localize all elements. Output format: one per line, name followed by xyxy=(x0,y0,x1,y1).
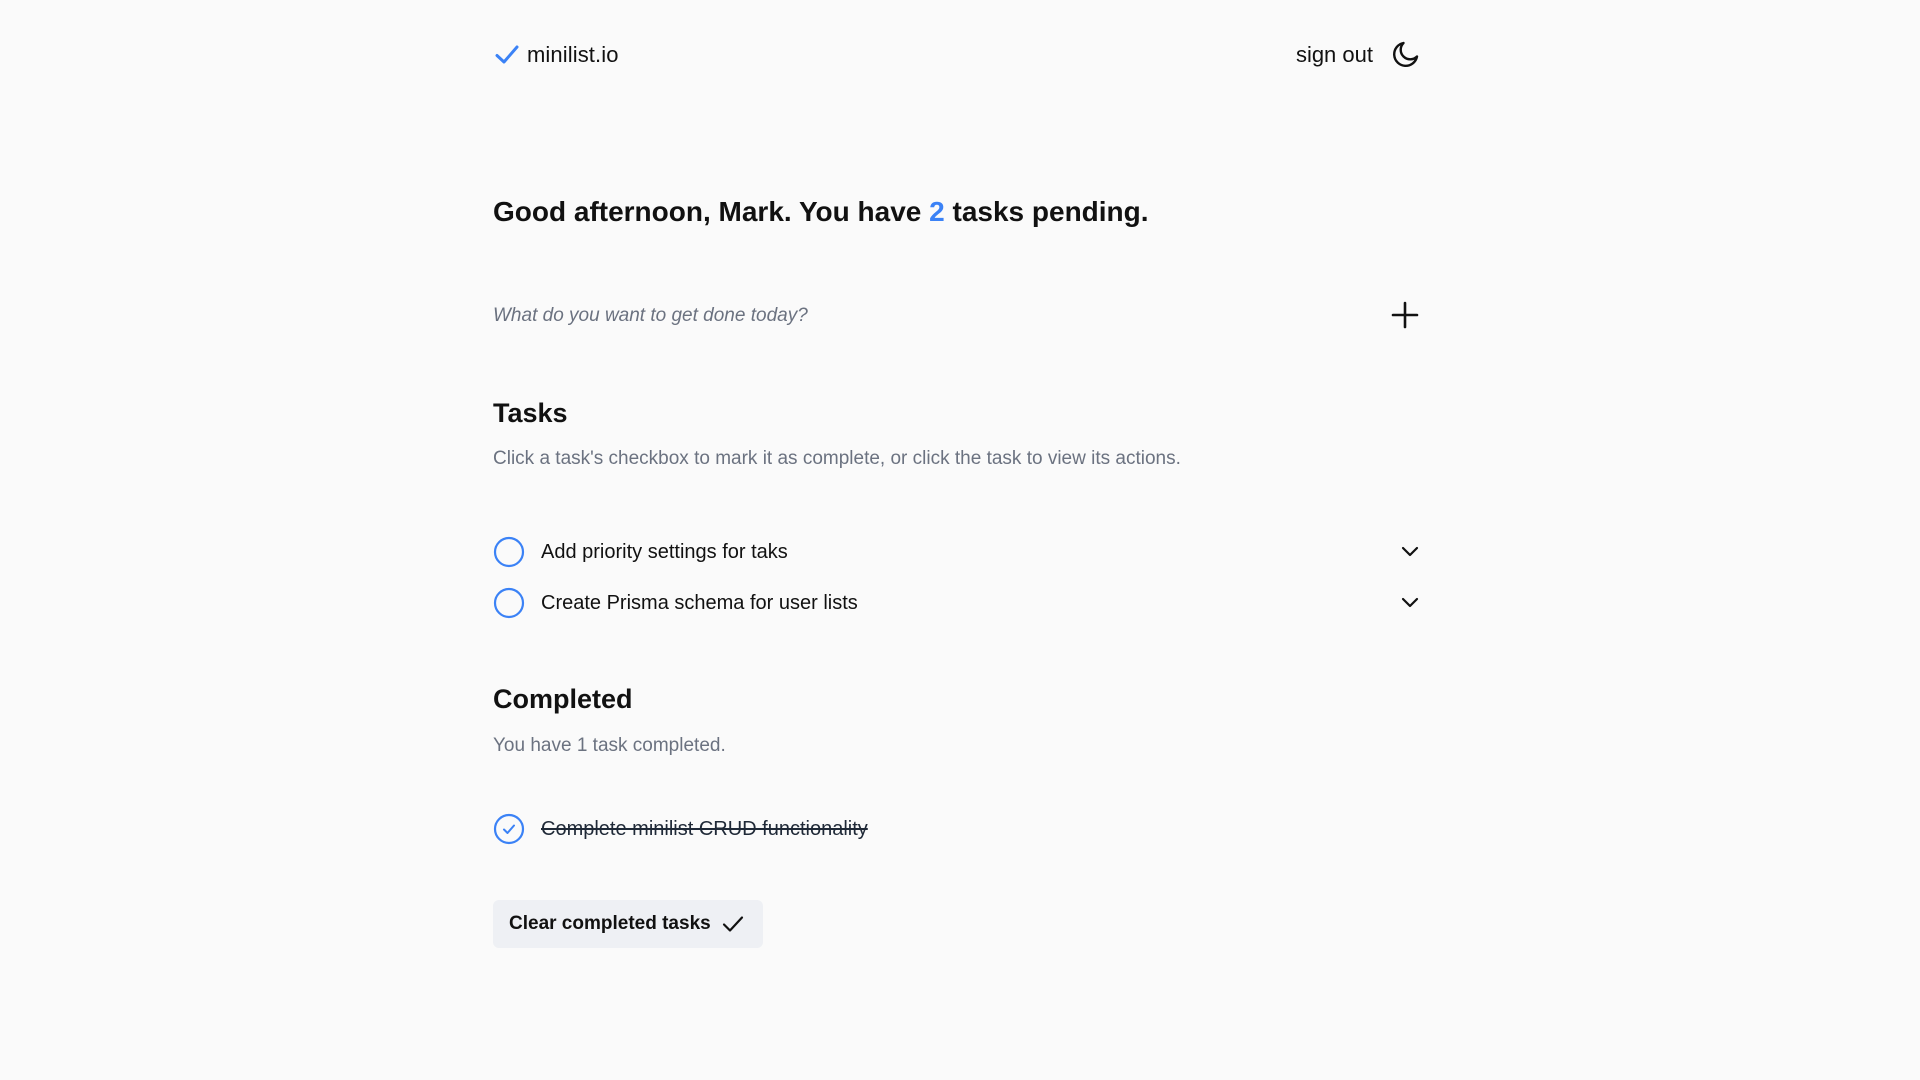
completed-heading: Completed xyxy=(493,684,633,714)
chevron-down-icon xyxy=(1399,540,1421,565)
task-item[interactable]: Create Prisma schema for user lists xyxy=(493,584,1423,622)
task-item[interactable]: Add priority settings for taks xyxy=(493,533,1423,571)
plus-icon xyxy=(1390,300,1420,333)
check-icon xyxy=(493,41,521,69)
task-checkbox-checked[interactable] xyxy=(493,813,525,845)
checked-circle-icon xyxy=(493,813,525,845)
tasks-description: Click a task's checkbox to mark it as co… xyxy=(493,448,1181,469)
clear-completed-label: Clear completed tasks xyxy=(509,913,711,934)
page: minilist.io sign out Good afternoon, Mar… xyxy=(0,0,1920,1080)
new-task-input[interactable] xyxy=(493,296,1353,336)
header: minilist.io sign out xyxy=(493,38,1423,72)
moon-icon xyxy=(1390,38,1422,73)
task-expand-button[interactable] xyxy=(1397,590,1423,616)
theme-toggle-button[interactable] xyxy=(1389,38,1423,72)
new-task-form xyxy=(493,296,1423,336)
unchecked-circle-icon xyxy=(493,536,525,568)
greeting-heading: Good afternoon, Mark. You have 2 tasks p… xyxy=(493,196,1149,228)
clear-completed-button[interactable]: Clear completed tasks xyxy=(493,900,763,948)
pending-count: 2 xyxy=(929,196,945,227)
unchecked-circle-icon xyxy=(493,587,525,619)
tasks-heading: Tasks xyxy=(493,398,568,428)
task-checkbox[interactable] xyxy=(493,587,525,619)
brand-name: minilist.io xyxy=(527,42,619,67)
header-actions: sign out xyxy=(1296,38,1423,72)
brand-link[interactable]: minilist.io xyxy=(493,38,619,72)
sign-out-button[interactable]: sign out xyxy=(1296,42,1373,68)
chevron-down-icon xyxy=(1399,591,1421,616)
task-checkbox[interactable] xyxy=(493,536,525,568)
task-label: Complete minilist CRUD functionality xyxy=(541,817,868,840)
task-expand-button[interactable] xyxy=(1397,539,1423,565)
greeting-prefix: Good afternoon, Mark. You have xyxy=(493,196,930,227)
task-label: Create Prisma schema for user lists xyxy=(541,591,858,614)
completed-task-item[interactable]: Complete minilist CRUD functionality xyxy=(493,810,1423,848)
completed-description: You have 1 task completed. xyxy=(493,735,726,756)
add-task-button[interactable] xyxy=(1387,298,1423,334)
task-label: Add priority settings for taks xyxy=(541,540,788,563)
greeting-suffix: tasks pending. xyxy=(944,196,1149,227)
check-icon xyxy=(721,912,745,936)
